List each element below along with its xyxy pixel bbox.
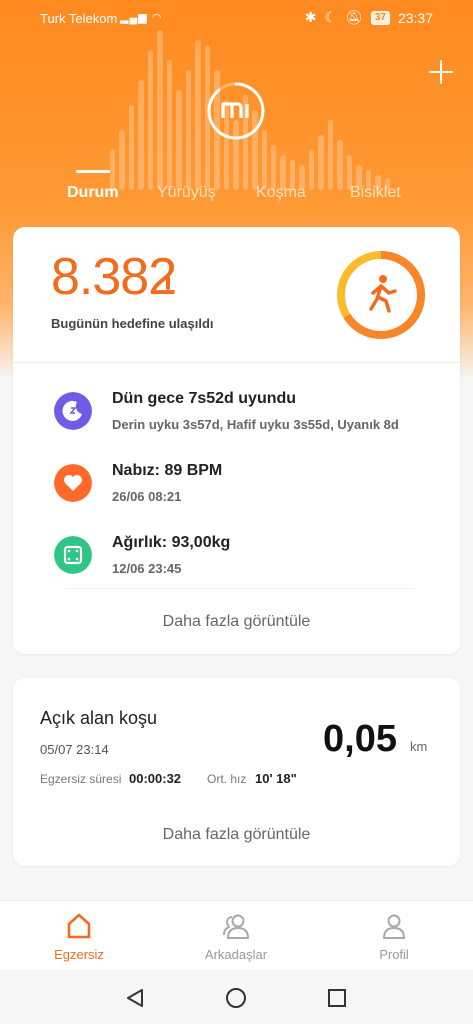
weight-row[interactable]: Ağırlık: 93,00kg 12/06 23:45 bbox=[13, 534, 460, 594]
weight-title: Ağırlık: 93,00kg bbox=[112, 534, 231, 551]
run-distance: 0,05 bbox=[323, 718, 397, 760]
divider bbox=[13, 362, 460, 363]
wave-bar bbox=[157, 30, 163, 190]
divider bbox=[65, 588, 415, 589]
status-bar: Turk Telekom ▂▄▆ ◠ ✱ ☾ 🔕︎ 37 23:37 bbox=[0, 0, 473, 36]
nav-label: Arkadaşlar bbox=[204, 947, 268, 962]
nav-egzersiz[interactable]: Egzersiz bbox=[19, 911, 139, 962]
moon-icon bbox=[54, 392, 92, 430]
add-icon[interactable] bbox=[427, 58, 455, 86]
activity-tabs: Durum Yürüyüş Koşma Bisiklet bbox=[0, 170, 473, 210]
home-icon bbox=[67, 913, 91, 939]
run-title: Açık alan koşu bbox=[40, 708, 158, 728]
mute-icon: 🔕︎ bbox=[345, 9, 363, 25]
run-date: 05/07 23:14 bbox=[40, 742, 109, 757]
back-icon[interactable] bbox=[124, 987, 146, 1009]
bottom-navigation: Egzersiz Arkadaşlar Profil bbox=[0, 900, 473, 970]
tab-indicator bbox=[76, 170, 110, 173]
tab-kosma[interactable]: Koşma bbox=[256, 184, 306, 202]
nav-profil[interactable]: Profil bbox=[334, 911, 454, 962]
outdoor-run-card[interactable]: Açık alan koşu 05/07 23:14 Egzersiz süre… bbox=[13, 678, 460, 866]
mi-logo bbox=[207, 82, 265, 140]
duration-value: 00:00:32 bbox=[129, 771, 182, 786]
sleep-row[interactable]: Dün gece 7s52d uyundu Derin uyku 3s57d, … bbox=[13, 390, 460, 450]
tab-bisiklet[interactable]: Bisiklet bbox=[350, 184, 401, 202]
nav-label: Profil bbox=[379, 947, 409, 962]
tab-yuruyus[interactable]: Yürüyüş bbox=[157, 184, 216, 202]
scale-icon bbox=[54, 536, 92, 574]
tab-durum[interactable]: Durum bbox=[67, 184, 119, 202]
friends-icon bbox=[223, 914, 250, 939]
duration-label: Egzersiz süresi bbox=[40, 772, 122, 786]
moon-status-icon: ☾ bbox=[324, 9, 338, 25]
profile-icon bbox=[382, 914, 406, 939]
heart-rate-title: Nabız: 89 BPM bbox=[112, 462, 223, 479]
show-more-button[interactable]: Daha fazla görüntüle bbox=[13, 613, 460, 631]
heart-icon bbox=[54, 464, 92, 502]
run-show-more-button[interactable]: Daha fazla görüntüle bbox=[13, 826, 460, 844]
status-card: 8.382 Bugünün hedefine ulaşıldı Dün gece… bbox=[13, 227, 460, 654]
heart-rate-row[interactable]: Nabız: 89 BPM 26/06 08:21 bbox=[13, 462, 460, 522]
walking-icon bbox=[337, 251, 426, 339]
bluetooth-icon: ✱ bbox=[304, 9, 317, 25]
wave-bar bbox=[195, 40, 201, 190]
weight-date: 12/06 23:45 bbox=[112, 561, 182, 576]
home-button-icon[interactable] bbox=[225, 987, 247, 1009]
pace-value: 10' 18" bbox=[255, 771, 297, 786]
recents-icon[interactable] bbox=[326, 987, 348, 1009]
sleep-title: Dün gece 7s52d uyundu bbox=[112, 390, 297, 407]
goal-status: Bugünün hedefine ulaşıldı bbox=[51, 316, 214, 331]
sleep-detail: Derin uyku 3s57d, Hafif uyku 3s55d, Uyan… bbox=[112, 417, 399, 432]
heart-rate-date: 26/06 08:21 bbox=[112, 489, 182, 504]
nav-arkadaslar[interactable]: Arkadaşlar bbox=[176, 911, 296, 962]
step-count: 8.382 bbox=[51, 248, 177, 306]
system-navigation bbox=[0, 970, 473, 1024]
wave-bar bbox=[147, 50, 154, 190]
signal-icon: ▂▄▆ ◠ bbox=[120, 12, 163, 24]
pace-label: Ort. hız bbox=[207, 772, 247, 786]
clock: 23:37 bbox=[397, 9, 433, 26]
battery-icon: 37 bbox=[370, 10, 390, 25]
distance-unit: km bbox=[410, 739, 428, 754]
nav-label: Egzersiz bbox=[54, 947, 104, 962]
carrier-label: Turk Telekom bbox=[40, 11, 118, 26]
steps-progress-icon bbox=[166, 276, 170, 290]
